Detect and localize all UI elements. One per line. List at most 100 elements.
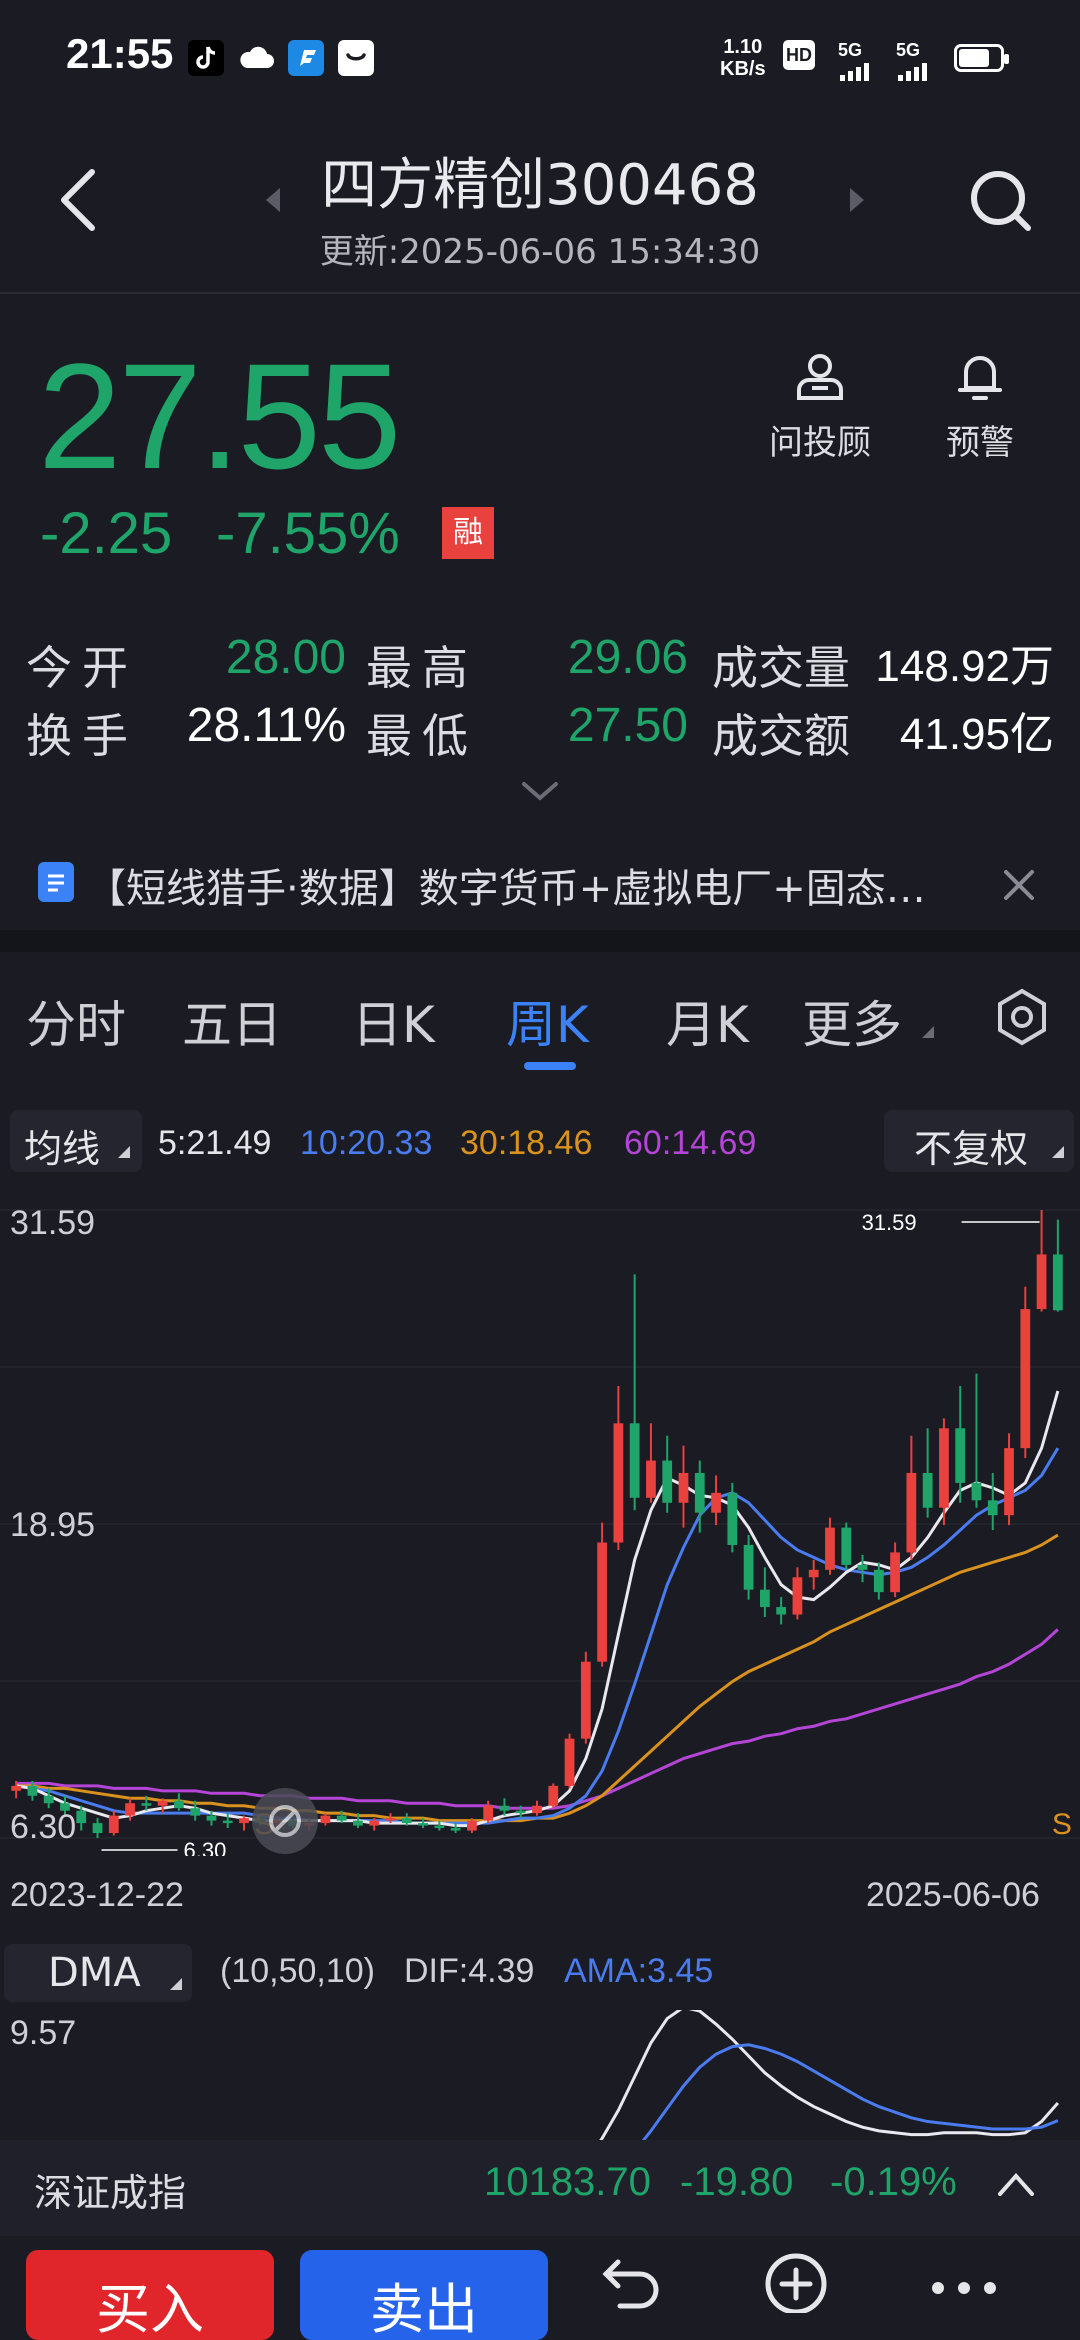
candle-body	[515, 1810, 526, 1814]
caret-icon	[921, 1026, 934, 1038]
candle-body	[190, 1808, 201, 1816]
stat-value-open: 28.00	[225, 631, 346, 684]
chart-settings-button[interactable]	[990, 985, 1054, 1049]
search-button[interactable]	[960, 160, 1040, 240]
header-divider	[0, 292, 1080, 294]
price-change-pct: -7.55%	[216, 501, 400, 566]
plus-circle-icon	[765, 2253, 827, 2315]
chart-grid	[0, 1209, 1080, 1839]
tab-more[interactable]: 更多	[802, 985, 938, 1057]
candle-body	[776, 1607, 787, 1615]
buy-button[interactable]: 买入	[26, 2250, 274, 2340]
candle-body	[743, 1544, 754, 1590]
signal-icon-2: 5G	[896, 40, 936, 81]
margin-badge: 融	[442, 507, 494, 559]
candle-body	[662, 1460, 673, 1503]
news-banner[interactable]: 【短线猎手·数据】数字货币+虚拟电厂+固态…	[0, 842, 1080, 928]
candle-body	[646, 1460, 656, 1498]
moving-average-lines	[15, 1390, 1060, 1828]
min-marker-label: 6.30	[184, 1838, 227, 1856]
tab-monthly-k[interactable]: 月K	[666, 985, 749, 1057]
adjust-label: 不复权	[914, 1127, 1029, 1171]
next-stock-button[interactable]	[842, 180, 872, 220]
candle-body	[499, 1805, 510, 1811]
index-bar[interactable]: 深证成指 10183.70 -19.80 -0.19%	[0, 2140, 1080, 2236]
candlestick-chart[interactable]: 31.596.30SS	[0, 1186, 1080, 1856]
advisor-label: 问投顾	[769, 423, 871, 463]
ma-selector[interactable]: 均线	[10, 1110, 142, 1172]
candle-body	[1052, 1254, 1063, 1311]
tab-daily-k[interactable]: 日K	[352, 985, 435, 1057]
ma30-value: 30:18.46	[460, 1124, 593, 1162]
candle-body	[27, 1785, 38, 1796]
y-tick-min: 6.30	[10, 1808, 77, 1846]
draw-tool-button[interactable]	[252, 1788, 318, 1854]
candle-body	[939, 1428, 949, 1508]
bell-icon	[958, 356, 1002, 400]
ma-selector-label: 均线	[24, 1127, 101, 1171]
news-text: 【短线猎手·数据】数字货币+虚拟电厂+固态…	[86, 866, 926, 912]
search-icon	[971, 171, 1031, 231]
add-watchlist-button[interactable]	[760, 2248, 832, 2315]
network-speed: 1.10 KB/s	[720, 36, 766, 80]
candle-body	[873, 1569, 884, 1593]
adjust-selector[interactable]: 不复权	[884, 1110, 1074, 1172]
y-tick-max: 31.59	[10, 1204, 96, 1242]
alert-button[interactable]: 预警	[920, 346, 1040, 464]
signal-label-2: S	[1052, 1808, 1072, 1841]
candle-body	[792, 1577, 803, 1615]
more-dots-icon	[932, 2282, 996, 2294]
candle-body	[532, 1805, 542, 1814]
candle-body	[239, 1818, 249, 1824]
candle-body	[174, 1800, 184, 1809]
advisor-icon	[797, 354, 843, 400]
app-icon	[288, 40, 324, 76]
cloud-icon	[238, 40, 274, 76]
stat-value-volume: 148.92万	[875, 642, 1054, 691]
indicator-params: (10,50,10)	[220, 1952, 375, 1990]
candle-body	[906, 1472, 917, 1553]
ma60-value: 60:14.69	[624, 1124, 757, 1162]
tab-five-day[interactable]: 五日	[182, 985, 282, 1057]
dma-chart[interactable]	[0, 2010, 1080, 2144]
index-change-pct: -0.19%	[830, 2160, 957, 2204]
undo-button[interactable]	[598, 2248, 668, 2313]
candle-body	[434, 1825, 445, 1829]
chevron-up-icon[interactable]	[994, 2166, 1038, 2202]
advisor-button[interactable]: 问投顾	[760, 346, 880, 464]
candle-body	[141, 1803, 152, 1806]
tab-intraday[interactable]: 分时	[26, 985, 126, 1057]
expand-stats-button[interactable]	[516, 776, 564, 806]
candle-body	[418, 1823, 428, 1826]
candle-body	[727, 1492, 738, 1545]
ma30-line	[16, 1533, 1059, 1823]
tab-weekly-k[interactable]: 周K	[506, 985, 589, 1057]
stat-label-open: 今开	[26, 641, 138, 695]
close-news-button[interactable]	[996, 862, 1042, 908]
candle-body	[467, 1820, 477, 1831]
candle-body	[369, 1820, 380, 1826]
candle-body	[987, 1500, 998, 1516]
candle-body	[108, 1815, 119, 1834]
indicator-selector[interactable]: DMA	[4, 1944, 192, 2002]
candle-body	[483, 1805, 494, 1821]
candle-body	[1020, 1309, 1031, 1449]
stat-value-high: 29.06	[567, 631, 688, 684]
index-change: -19.80	[680, 2160, 794, 2204]
stat-label-low: 最低	[366, 709, 478, 763]
document-icon	[38, 862, 74, 902]
max-marker-label: 31.59	[862, 1210, 917, 1235]
status-bar: 21:55 1.10 KB/s HD 5G 5G	[0, 0, 1080, 116]
stock-title: 四方精创300468	[321, 153, 759, 218]
price-change: -2.25	[40, 501, 173, 566]
tiktok-icon	[188, 40, 224, 76]
clock: 21:55	[66, 30, 174, 77]
candle-body	[76, 1810, 87, 1824]
sell-button[interactable]: 卖出	[300, 2250, 548, 2340]
more-button[interactable]	[926, 2268, 1002, 2308]
active-tab-indicator	[524, 1062, 576, 1070]
hd-icon: HD	[783, 40, 815, 70]
stat-value-turnover: 28.11%	[186, 699, 346, 752]
candle-body	[759, 1589, 770, 1608]
candle-body	[320, 1815, 331, 1824]
